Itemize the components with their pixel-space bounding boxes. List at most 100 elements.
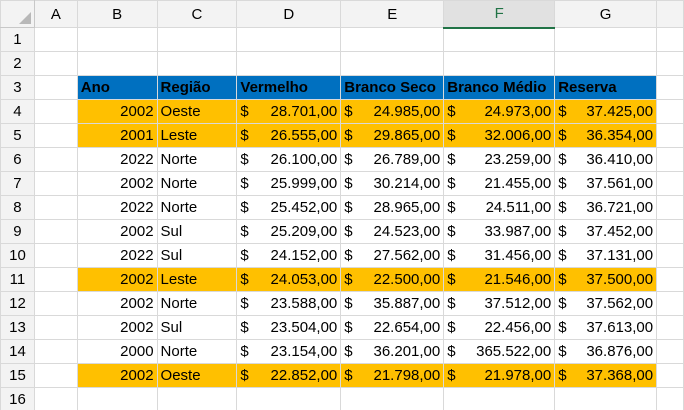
row-header[interactable]: 4: [0, 99, 35, 124]
column-header-overflow[interactable]: [656, 0, 684, 28]
row-header[interactable]: 16: [0, 387, 35, 410]
cell-reserva[interactable]: $37.561,00: [554, 171, 658, 196]
row-header[interactable]: 15: [0, 363, 35, 388]
cell[interactable]: [554, 387, 658, 410]
cell[interactable]: [33, 387, 78, 410]
cell[interactable]: [33, 99, 78, 124]
cell-branco-seco[interactable]: $21.798,00: [340, 363, 445, 388]
cell-branco-medio[interactable]: $31.456,00: [443, 243, 556, 268]
cell[interactable]: [656, 27, 684, 52]
cell-branco-medio[interactable]: $365.522,00: [443, 339, 556, 364]
cell-reserva[interactable]: $37.500,00: [554, 267, 658, 292]
cell-branco-seco[interactable]: $30.214,00: [340, 171, 445, 196]
row-header[interactable]: 13: [0, 315, 35, 340]
cell[interactable]: [443, 27, 556, 52]
cell-vermelho[interactable]: $22.852,00: [236, 363, 342, 388]
row-header[interactable]: 3: [0, 75, 35, 100]
cell[interactable]: [554, 27, 658, 52]
cell-vermelho[interactable]: $25.209,00: [236, 219, 342, 244]
column-header-c[interactable]: C: [156, 0, 238, 28]
cell[interactable]: [33, 339, 78, 364]
cell[interactable]: [443, 51, 556, 76]
cell[interactable]: [76, 387, 158, 410]
cell-regiao[interactable]: Norte: [156, 195, 238, 220]
cell-branco-seco[interactable]: $28.965,00: [340, 195, 445, 220]
cell[interactable]: [656, 75, 684, 100]
cell[interactable]: [656, 339, 684, 364]
table-header-cell[interactable]: Branco Seco: [340, 75, 445, 100]
cell-vermelho[interactable]: $26.100,00: [236, 147, 342, 172]
cell-branco-seco[interactable]: $36.201,00: [340, 339, 445, 364]
cell[interactable]: [33, 147, 78, 172]
cell-reserva[interactable]: $37.613,00: [554, 315, 658, 340]
cell[interactable]: [156, 51, 238, 76]
column-header-d[interactable]: D: [236, 0, 342, 28]
cell-reserva[interactable]: $37.368,00: [554, 363, 658, 388]
cell-branco-seco[interactable]: $24.985,00: [340, 99, 445, 124]
cell[interactable]: [33, 195, 78, 220]
cell[interactable]: [76, 51, 158, 76]
row-header[interactable]: 12: [0, 291, 35, 316]
row-header[interactable]: 14: [0, 339, 35, 364]
cell-regiao[interactable]: Norte: [156, 147, 238, 172]
cell[interactable]: [656, 243, 684, 268]
cell-ano[interactable]: 2002: [76, 219, 158, 244]
cell-regiao[interactable]: Oeste: [156, 363, 238, 388]
cell[interactable]: [656, 195, 684, 220]
cell[interactable]: [656, 51, 684, 76]
row-header[interactable]: 10: [0, 243, 35, 268]
cell[interactable]: [33, 75, 78, 100]
cell-reserva[interactable]: $36.721,00: [554, 195, 658, 220]
cell[interactable]: [656, 315, 684, 340]
cell-branco-medio[interactable]: $33.987,00: [443, 219, 556, 244]
cell-branco-medio[interactable]: $23.259,00: [443, 147, 556, 172]
cell-branco-medio[interactable]: $21.455,00: [443, 171, 556, 196]
cell-ano[interactable]: 2002: [76, 171, 158, 196]
cell-regiao[interactable]: Leste: [156, 267, 238, 292]
cell[interactable]: [656, 99, 684, 124]
table-header-cell[interactable]: Vermelho: [236, 75, 342, 100]
cell[interactable]: [340, 387, 445, 410]
cell[interactable]: [554, 51, 658, 76]
cell-branco-medio[interactable]: $24.973,00: [443, 99, 556, 124]
cell[interactable]: [156, 387, 238, 410]
cell-branco-medio[interactable]: $21.546,00: [443, 267, 556, 292]
cell-regiao[interactable]: Norte: [156, 339, 238, 364]
cell-reserva[interactable]: $37.131,00: [554, 243, 658, 268]
cell-ano[interactable]: 2002: [76, 291, 158, 316]
cell[interactable]: [33, 219, 78, 244]
cell[interactable]: [443, 387, 556, 410]
cell-branco-medio[interactable]: $37.512,00: [443, 291, 556, 316]
cell[interactable]: [33, 363, 78, 388]
cell[interactable]: [33, 51, 78, 76]
cell[interactable]: [656, 147, 684, 172]
row-header[interactable]: 2: [0, 51, 35, 76]
cell[interactable]: [656, 363, 684, 388]
cell-regiao[interactable]: Norte: [156, 291, 238, 316]
cell-ano[interactable]: 2002: [76, 99, 158, 124]
cell-branco-seco[interactable]: $24.523,00: [340, 219, 445, 244]
cell-reserva[interactable]: $36.876,00: [554, 339, 658, 364]
cell[interactable]: [656, 123, 684, 148]
cell[interactable]: [33, 27, 78, 52]
column-header-a[interactable]: A: [33, 0, 78, 28]
cell-vermelho[interactable]: $28.701,00: [236, 99, 342, 124]
cell-branco-medio[interactable]: $22.456,00: [443, 315, 556, 340]
cell-branco-seco[interactable]: $22.500,00: [340, 267, 445, 292]
cell-vermelho[interactable]: $25.452,00: [236, 195, 342, 220]
column-header-e[interactable]: E: [340, 0, 445, 28]
row-header[interactable]: 5: [0, 123, 35, 148]
cell-reserva[interactable]: $36.410,00: [554, 147, 658, 172]
cell-ano[interactable]: 2002: [76, 267, 158, 292]
cell[interactable]: [33, 267, 78, 292]
table-header-cell[interactable]: Ano: [76, 75, 158, 100]
cell-vermelho[interactable]: $23.588,00: [236, 291, 342, 316]
cell-reserva[interactable]: $37.452,00: [554, 219, 658, 244]
column-header-b[interactable]: B: [76, 0, 158, 28]
cell-regiao[interactable]: Leste: [156, 123, 238, 148]
cell-branco-medio[interactable]: $21.978,00: [443, 363, 556, 388]
cell-regiao[interactable]: Sul: [156, 243, 238, 268]
cell[interactable]: [236, 27, 342, 52]
cell[interactable]: [156, 27, 238, 52]
cell[interactable]: [76, 27, 158, 52]
